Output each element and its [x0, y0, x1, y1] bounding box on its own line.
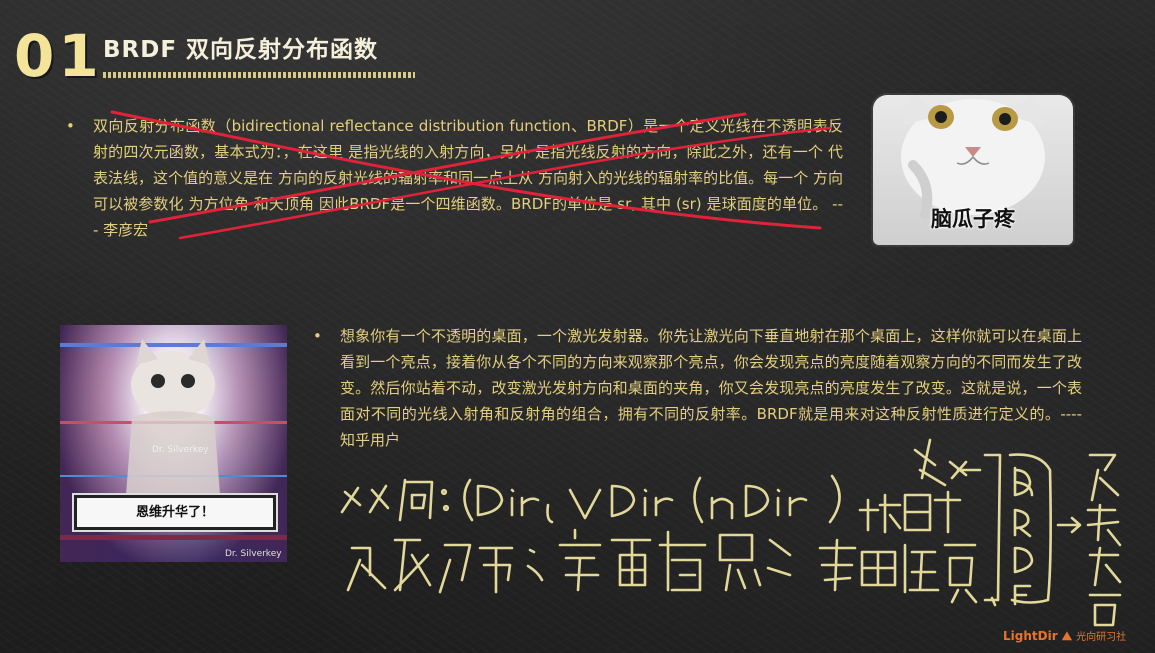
paragraph-definition-text: 双向反射分布函数（bidirectional reflectance distr…: [93, 117, 843, 239]
bullet: •: [66, 117, 75, 135]
logo-mark-icon: ⛰: [1061, 629, 1072, 643]
logo-brand: LightDir: [1003, 629, 1058, 643]
logo-suffix: 光向研习社: [1076, 632, 1127, 643]
paragraph-analogy-text: 想象你有一个不透明的桌面，一个激光发射器。你先让激光向下垂直地射在那个桌面上，这…: [340, 327, 1082, 449]
title-underline: [103, 72, 415, 78]
section-number: 01: [14, 22, 103, 90]
watermark-bottom: Dr. Silverkey: [225, 549, 282, 559]
cat-meme-caption: 脑瓜子疼: [931, 207, 1015, 231]
slide: 01 BRDF 双向反射分布函数 • 双向反射分布函数（bidirectiona…: [0, 0, 1155, 653]
lightdir-logo: LightDir ⛰ 光向研习社: [1003, 626, 1126, 646]
watermark-mid: Dr. Silverkey: [152, 445, 209, 455]
bullet: •: [313, 327, 322, 345]
paragraph-analogy: • 想象你有一个不透明的桌面，一个激光发射器。你先让激光向下垂直地射在那个桌面上…: [313, 323, 1082, 453]
ascend-cat-meme: Dr. Silverkey 恩维升华了！ Dr. Silverkey: [60, 325, 287, 562]
ascend-meme-caption: 恩维升华了！: [72, 493, 278, 532]
confused-cat-meme: 脑瓜子疼: [873, 90, 1073, 245]
section-title: BRDF 双向反射分布函数: [103, 37, 379, 63]
paragraph-definition: • 双向反射分布函数（bidirectional reflectance dis…: [66, 113, 843, 243]
